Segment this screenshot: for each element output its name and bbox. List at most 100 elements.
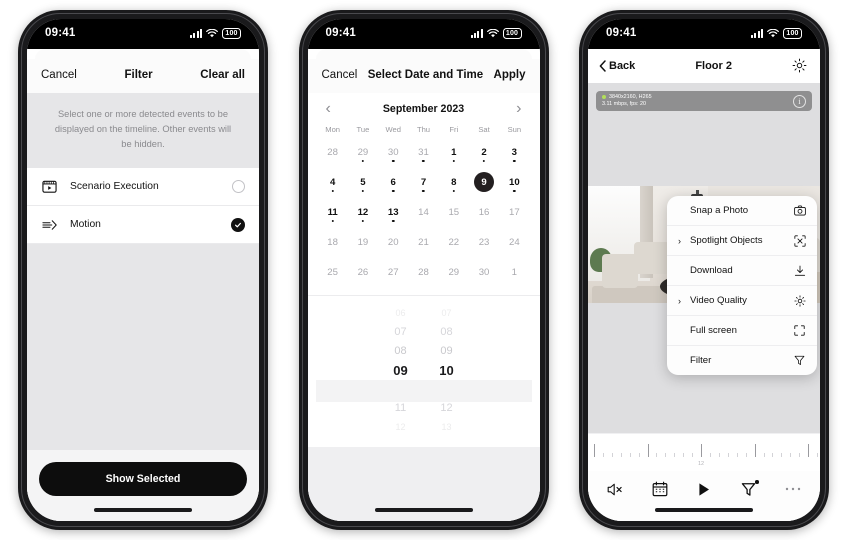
calendar-button[interactable] — [649, 478, 671, 500]
calendar-day-29[interactable]: 29 — [439, 259, 469, 285]
calendar-day-7[interactable]: 7 — [408, 169, 438, 195]
phone-device-1: 09:41 100 Cancel Filter Clear all Select… — [18, 10, 268, 530]
filter-row-motion[interactable]: Motion — [27, 206, 259, 244]
calendar-day-21[interactable]: 21 — [408, 229, 438, 255]
calendar-day-22[interactable]: 22 — [439, 229, 469, 255]
calendar-day-2[interactable]: 2 — [469, 139, 499, 165]
menu-item-spotlight-objects[interactable]: › Spotlight Objects — [667, 226, 817, 256]
mute-button[interactable] — [604, 478, 626, 500]
calendar-day-9[interactable]: 9 — [469, 169, 499, 195]
calendar-day-4[interactable]: 4 — [318, 169, 348, 195]
gear-icon[interactable] — [792, 58, 807, 73]
calendar-day-6[interactable]: 6 — [378, 169, 408, 195]
hour-option[interactable]: 07 — [378, 323, 424, 342]
calendar-day-26[interactable]: 26 — [348, 259, 378, 285]
funnel-icon — [741, 482, 756, 496]
video-stream[interactable]: 3840x2160, H265 3.11 mbps, fps: 20 i Sna… — [588, 83, 820, 433]
calendar-day-number: 26 — [357, 266, 369, 278]
show-selected-button[interactable]: Show Selected — [39, 462, 247, 496]
calendar-day-1[interactable]: 1 — [439, 139, 469, 165]
calendar-day-number: 7 — [420, 176, 427, 188]
calendar-day-24[interactable]: 24 — [499, 229, 529, 255]
hour-option[interactable]: 06 — [378, 304, 424, 323]
hour-wheel[interactable]: 06 07 08 09 10 11 12 — [378, 304, 424, 437]
stream-status-dot — [602, 94, 606, 99]
calendar-day-16[interactable]: 16 — [469, 199, 499, 225]
radio-unselected[interactable] — [232, 180, 245, 193]
calendar-day-28[interactable]: 28 — [318, 139, 348, 165]
calendar-day-14[interactable]: 14 — [408, 199, 438, 225]
cancel-button[interactable]: Cancel — [322, 69, 358, 81]
status-indicators: 100 — [190, 27, 241, 39]
minute-option[interactable]: 13 — [424, 418, 470, 437]
filter-label: Motion — [70, 219, 101, 230]
calendar-day-3[interactable]: 3 — [499, 139, 529, 165]
minute-option[interactable]: 07 — [424, 304, 470, 323]
calendar-day-13[interactable]: 13 — [378, 199, 408, 225]
menu-item-filter[interactable]: Filter — [667, 346, 817, 375]
hour-option[interactable]: 10 — [378, 380, 424, 399]
apply-button[interactable]: Apply — [494, 69, 526, 81]
calendar-day-30[interactable]: 30 — [378, 139, 408, 165]
chevron-right-icon[interactable]: › — [678, 296, 685, 306]
timeline-minor-tick — [763, 453, 765, 457]
calendar-day-15[interactable]: 15 — [439, 199, 469, 225]
stream-info-badge: 3840x2160, H265 3.11 mbps, fps: 20 i — [596, 91, 812, 112]
calendar-day-1[interactable]: 1 — [499, 259, 529, 285]
hour-option[interactable]: 11 — [378, 399, 424, 418]
calendar-day-31[interactable]: 31 — [408, 139, 438, 165]
info-circle-icon[interactable]: i — [793, 94, 806, 108]
timeline-minor-tick — [611, 453, 613, 457]
back-label: Back — [609, 59, 636, 72]
calendar-day-30[interactable]: 30 — [469, 259, 499, 285]
calendar-day-20[interactable]: 20 — [378, 229, 408, 255]
calendar-day-28[interactable]: 28 — [408, 259, 438, 285]
menu-item-video-quality[interactable]: › Video Quality — [667, 286, 817, 316]
chevron-left-icon[interactable]: ‹ — [326, 101, 331, 117]
radio-selected[interactable] — [231, 217, 245, 232]
calendar-day-8[interactable]: 8 — [439, 169, 469, 195]
menu-item-download[interactable]: Download — [667, 256, 817, 286]
filter-row-scenario-execution[interactable]: Scenario Execution — [27, 168, 259, 206]
calendar-day-19[interactable]: 19 — [348, 229, 378, 255]
menu-item-full-screen[interactable]: Full screen — [667, 316, 817, 346]
calendar-day-5[interactable]: 5 — [348, 169, 378, 195]
calendar-day-10[interactable]: 10 — [499, 169, 529, 195]
minute-option[interactable]: 11 — [424, 380, 470, 399]
time-picker[interactable]: 06 07 08 09 10 11 12 07 08 09 10 11 12 13 — [307, 296, 540, 447]
chevron-right-icon[interactable]: › — [678, 236, 685, 246]
hour-option[interactable]: 09 — [378, 361, 424, 380]
minute-wheel[interactable]: 07 08 09 10 11 12 13 — [424, 304, 470, 437]
more-button[interactable] — [782, 478, 804, 500]
stream-info-text: 3840x2160, H265 3.11 mbps, fps: 20 — [602, 94, 652, 108]
menu-item-snap-a-photo[interactable]: Snap a Photo — [667, 196, 817, 226]
timeline-scrubber[interactable]: 12 — [588, 433, 820, 471]
minute-option[interactable]: 08 — [424, 323, 470, 342]
minute-option[interactable]: 12 — [424, 399, 470, 418]
home-indicator[interactable] — [374, 508, 473, 512]
home-indicator[interactable] — [655, 508, 753, 512]
calendar-day-29[interactable]: 29 — [348, 139, 378, 165]
calendar-grid: 28 29 30 31 1 2 3 4 5 6 7 8 9 10 11 12 13 14 15 16 17 18 19 20 2… — [308, 139, 540, 293]
calendar-day-18[interactable]: 18 — [318, 229, 348, 255]
hour-option[interactable]: 08 — [378, 342, 424, 361]
menu-item-label: Snap a Photo — [690, 205, 749, 216]
calendar-day-number: 28 — [327, 146, 338, 158]
filter-button[interactable] — [738, 478, 760, 500]
minute-option[interactable]: 10 — [424, 361, 470, 380]
play-button[interactable] — [693, 478, 715, 500]
calendar-day-27[interactable]: 27 — [378, 259, 408, 285]
chevron-right-icon[interactable]: › — [516, 101, 521, 117]
minute-option[interactable]: 09 — [424, 342, 470, 361]
clear-all-button[interactable]: Clear all — [200, 69, 245, 81]
calendar-day-25[interactable]: 25 — [318, 259, 348, 285]
timeline-minor-tick — [772, 453, 774, 457]
cancel-button[interactable]: Cancel — [41, 69, 77, 81]
calendar-day-12[interactable]: 12 — [348, 199, 378, 225]
back-button[interactable]: Back — [599, 60, 635, 72]
hour-option[interactable]: 12 — [378, 418, 424, 437]
calendar-day-11[interactable]: 11 — [318, 199, 348, 225]
home-indicator[interactable] — [94, 508, 192, 512]
calendar-day-17[interactable]: 17 — [499, 199, 529, 225]
calendar-day-23[interactable]: 23 — [469, 229, 499, 255]
